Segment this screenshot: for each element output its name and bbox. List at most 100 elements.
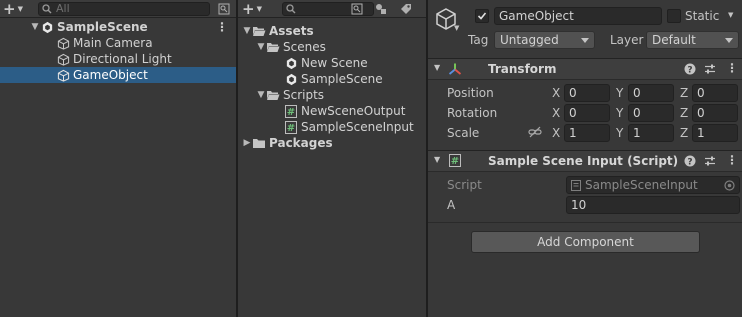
hierarchy-panel: + ▼ All ▼ SampleScene ⋮ Main Camera Dire…: [0, 0, 236, 317]
scale-x-field[interactable]: 1: [564, 124, 610, 142]
tag-value: Untagged: [500, 33, 559, 47]
add-component-button[interactable]: Add Component: [471, 231, 700, 253]
project-create-button[interactable]: + ▼: [242, 1, 268, 17]
asset-label: SampleScene: [301, 72, 383, 86]
a-value-field[interactable]: 10: [566, 196, 740, 214]
search-filter-icon: [218, 3, 230, 15]
position-y-field[interactable]: 0: [628, 84, 674, 102]
object-picker-icon[interactable]: [724, 180, 735, 191]
active-checkbox[interactable]: [475, 9, 489, 23]
preset-sliders-icon[interactable]: [704, 155, 716, 167]
rotation-y-label[interactable]: Y: [616, 106, 623, 120]
hierarchy-item-main-camera[interactable]: Main Camera: [0, 35, 236, 51]
expand-arrow-icon[interactable]: ▼: [256, 39, 266, 55]
project-panel: + ▼ ▼ Assets ▼ Scenes New Scene SampleSc…: [238, 0, 426, 317]
position-x-field[interactable]: 0: [564, 84, 610, 102]
search-icon: [286, 4, 296, 14]
scale-x-label[interactable]: X: [552, 126, 560, 140]
chevron-down-icon: [581, 38, 589, 43]
scale-y-label[interactable]: Y: [616, 126, 623, 140]
kebab-menu-icon[interactable]: ⋮: [726, 61, 738, 75]
constrain-proportions-link-icon[interactable]: [528, 126, 542, 138]
svg-text:?: ?: [687, 157, 692, 167]
rotation-x-field[interactable]: 0: [564, 104, 610, 122]
gameobject-cube-icon: [56, 36, 70, 50]
svg-text:#: #: [287, 123, 295, 134]
static-dropdown-arrow-icon[interactable]: ▼: [728, 11, 733, 19]
scale-z-label[interactable]: Z: [680, 126, 688, 140]
hierarchy-search-input[interactable]: All: [38, 2, 210, 16]
search-by-type-button[interactable]: [373, 1, 389, 17]
folder-assets[interactable]: ▼ Assets: [238, 23, 426, 39]
hierarchy-item-label: GameObject: [73, 68, 148, 82]
csharp-script-icon: #: [449, 154, 461, 167]
expand-arrow-icon[interactable]: ▼: [256, 87, 266, 103]
search-mode-button[interactable]: [216, 1, 232, 17]
folder-packages[interactable]: ▶ Packages: [238, 135, 426, 151]
object-name-field[interactable]: GameObject: [494, 7, 662, 25]
position-y-label[interactable]: Y: [616, 86, 623, 100]
tag-label: Tag: [468, 33, 489, 47]
kebab-menu-icon[interactable]: ⋮: [726, 153, 738, 167]
chevron-down-icon: ▼: [17, 5, 23, 13]
folder-icon: [252, 136, 266, 150]
plus-icon: +: [3, 0, 16, 18]
icon-dropdown-arrow-icon[interactable]: ▼: [454, 24, 459, 32]
rotation-x-label[interactable]: X: [552, 106, 560, 120]
hierarchy-item-label: Main Camera: [73, 36, 153, 50]
plus-icon: +: [242, 0, 255, 18]
asset-new-scene-output[interactable]: # NewSceneOutput: [238, 103, 426, 119]
collapse-arrow-icon[interactable]: ▶: [242, 135, 252, 151]
script-file-icon: [571, 180, 581, 191]
asset-sample-scene[interactable]: SampleScene: [238, 71, 426, 87]
csharp-script-icon: #: [284, 104, 298, 118]
more-options-icon[interactable]: ⋮: [216, 19, 228, 35]
folder-scenes[interactable]: ▼ Scenes: [238, 39, 426, 55]
help-icon[interactable]: ?: [684, 155, 696, 167]
folder-open-icon: [252, 24, 266, 38]
hierarchy-item-gameobject[interactable]: GameObject: [0, 67, 236, 83]
hierarchy-toolbar: + ▼ All: [0, 0, 236, 18]
hierarchy-item-directional-light[interactable]: Directional Light: [0, 51, 236, 67]
asset-new-scene[interactable]: New Scene: [238, 55, 426, 71]
script-component-header[interactable]: ▼ # Sample Scene Input (Script) ? ⋮: [428, 150, 742, 172]
create-dropdown-button[interactable]: + ▼: [3, 1, 29, 17]
transform-title: Transform: [488, 62, 557, 76]
foldout-arrow-icon[interactable]: ▼: [434, 63, 440, 72]
position-x-label[interactable]: X: [552, 86, 560, 100]
layer-dropdown[interactable]: Default: [646, 31, 739, 49]
component-divider: [428, 222, 742, 223]
scale-z-field[interactable]: 1: [692, 124, 738, 142]
position-z-field[interactable]: 0: [692, 84, 738, 102]
tag-icon: [401, 4, 411, 14]
project-toolbar: + ▼: [238, 0, 426, 18]
rotation-z-field[interactable]: 0: [692, 104, 738, 122]
expand-arrow-icon[interactable]: ▼: [30, 19, 40, 35]
unity-scene-icon: [284, 72, 298, 86]
tag-dropdown[interactable]: Untagged: [494, 31, 595, 49]
script-reference-value: SampleSceneInput: [585, 178, 698, 192]
help-icon[interactable]: ?: [684, 63, 696, 75]
script-label: Script: [447, 178, 482, 192]
expand-arrow-icon[interactable]: ▼: [242, 23, 252, 39]
search-by-label-button[interactable]: [398, 1, 414, 17]
position-label: Position: [447, 86, 494, 100]
rotation-z-label[interactable]: Z: [680, 106, 688, 120]
foldout-arrow-icon[interactable]: ▼: [434, 155, 440, 164]
rotation-y-field[interactable]: 0: [628, 104, 674, 122]
transform-axes-icon: [448, 62, 462, 76]
preset-sliders-icon[interactable]: [704, 63, 716, 75]
search-mode-button[interactable]: [349, 1, 365, 17]
scale-y-field[interactable]: 1: [628, 124, 674, 142]
asset-label: New Scene: [301, 56, 368, 70]
folder-scripts[interactable]: ▼ Scripts: [238, 87, 426, 103]
folder-label: Packages: [269, 136, 333, 150]
static-checkbox[interactable]: [667, 9, 681, 23]
asset-sample-scene-input[interactable]: # SampleSceneInput: [238, 119, 426, 135]
gameobject-cube-icon: [56, 68, 70, 82]
transform-header[interactable]: ▼ Transform ? ⋮: [428, 58, 742, 80]
inspector-panel: ▼ GameObject Static ▼ Tag Untagged Layer…: [428, 0, 742, 317]
checkmark-icon: [477, 12, 487, 20]
position-z-label[interactable]: Z: [680, 86, 688, 100]
scene-row[interactable]: ▼ SampleScene ⋮: [0, 19, 236, 35]
